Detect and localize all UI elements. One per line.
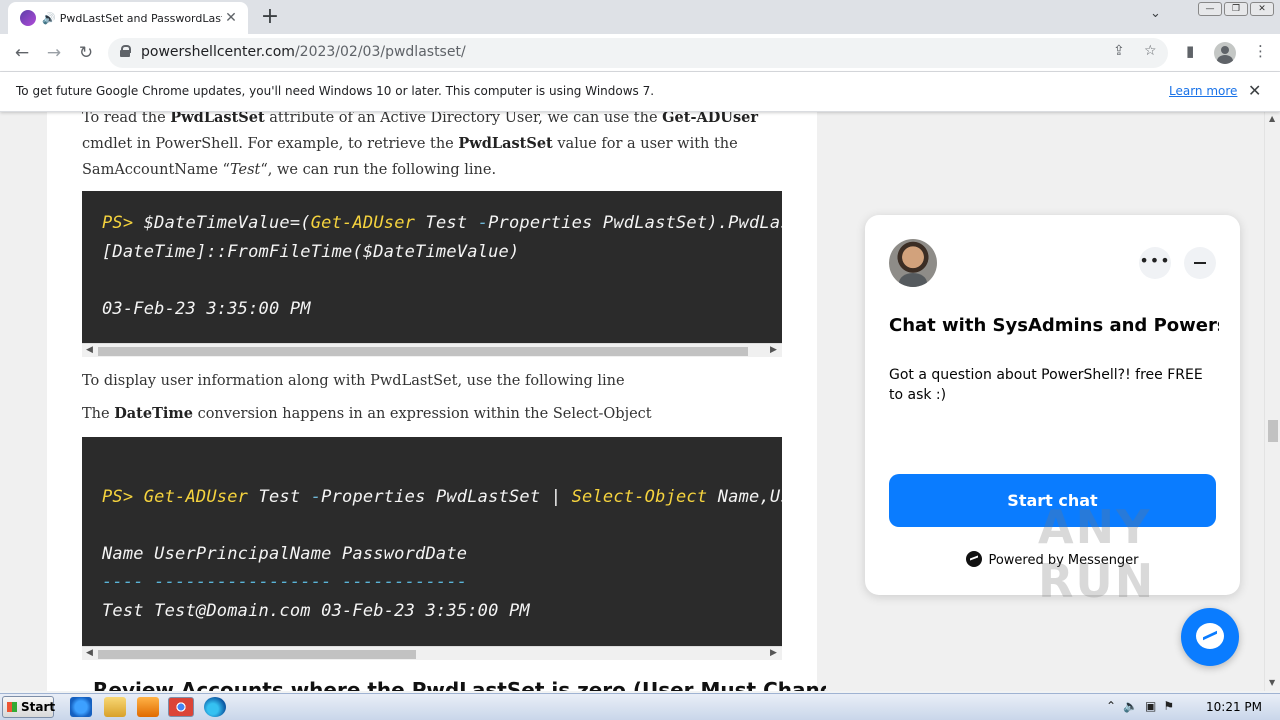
close-tab-icon[interactable]: ✕	[222, 10, 240, 26]
infobar-message: To get future Google Chrome updates, you…	[16, 84, 655, 98]
minimize-window-button[interactable]: —	[1198, 2, 1222, 16]
scroll-down-icon[interactable]: ▼	[1269, 678, 1275, 687]
tab-title: PwdLastSet and PasswordLastSe	[59, 11, 222, 25]
close-window-button[interactable]: ✕	[1250, 2, 1274, 16]
messenger-logo-icon	[966, 551, 983, 567]
scrollbar-thumb[interactable]	[98, 347, 748, 356]
volume-icon[interactable]: 🔈	[1123, 699, 1138, 713]
scrollbar-thumb[interactable]	[1268, 420, 1278, 442]
code-output-header: Name UserPrincipalName PasswordDate	[102, 544, 468, 564]
start-button[interactable]: Start	[2, 696, 55, 718]
close-infobar-icon[interactable]: ✕	[1248, 81, 1261, 100]
code-line: PS> Get-ADUser Test -Properties PwdLastS…	[102, 487, 782, 507]
bookmark-star-icon[interactable]: ☆	[1144, 43, 1157, 59]
scroll-up-icon[interactable]: ▲	[1269, 114, 1275, 123]
new-tab-button[interactable]: +	[258, 5, 282, 29]
minimize-chat-icon[interactable]	[1184, 247, 1216, 279]
share-icon[interactable]: ⇪	[1113, 43, 1125, 59]
code-line: PS> $DateTimeValue=(Get-ADUser Test -Pro…	[102, 213, 782, 233]
chat-description: Got a question about PowerShell?! free F…	[889, 367, 1203, 403]
update-infobar: To get future Google Chrome updates, you…	[0, 72, 1280, 112]
media-player-icon[interactable]	[137, 697, 159, 717]
paragraph-datetime: The DateTime conversion happens in an ex…	[82, 405, 652, 422]
article-content: To read the PwdLastSet attribute of an A…	[47, 112, 848, 691]
agent-avatar	[889, 239, 937, 287]
restore-window-button[interactable]: ❐	[1224, 2, 1248, 16]
lock-icon[interactable]	[120, 45, 131, 57]
page-vertical-scrollbar[interactable]: ▲ ▼	[1264, 112, 1280, 691]
action-center-flag-icon[interactable]: ⚑	[1163, 699, 1174, 713]
code-output-line: 03-Feb-23 3:35:00 PM	[102, 299, 311, 319]
profile-avatar-icon[interactable]	[1214, 42, 1236, 64]
window-controls: — ❐ ✕	[1198, 2, 1274, 16]
taskbar-clock[interactable]: 10:21 PM	[1206, 700, 1262, 714]
code-horizontal-scrollbar[interactable]: ◀ ▶	[82, 343, 782, 357]
anyrun-watermark: ANY RUN	[1038, 500, 1156, 608]
learn-more-link[interactable]: Learn more	[1169, 84, 1237, 98]
code-block-select-object[interactable]: PS> Get-ADUser Test -Properties PwdLastS…	[82, 437, 782, 646]
code-block-pwdlastset[interactable]: PS> $DateTimeValue=(Get-ADUser Test -Pro…	[82, 191, 782, 343]
code-output-row: Test Test@Domain.com 03-Feb-23 3:35:00 P…	[102, 601, 530, 621]
audio-playing-icon: 🔊	[42, 11, 56, 25]
side-panel-icon[interactable]: ▮	[1186, 42, 1194, 60]
reload-icon[interactable]: ↻	[74, 41, 98, 65]
scroll-right-icon[interactable]: ▶	[770, 345, 777, 355]
back-arrow-icon[interactable]: ←	[10, 41, 34, 65]
intro-paragraph: To read the PwdLastSet attribute of an A…	[82, 112, 758, 178]
show-hidden-icons-icon[interactable]: ⌃	[1106, 699, 1116, 713]
edge-icon[interactable]	[204, 697, 226, 717]
internet-explorer-icon[interactable]	[70, 697, 92, 717]
forward-arrow-icon[interactable]: →	[42, 41, 66, 65]
network-icon[interactable]: ▣	[1145, 699, 1156, 713]
more-options-icon[interactable]: •••	[1139, 247, 1171, 279]
windows-taskbar: Start ⌃ 🔈 ▣ ⚑ 10:21 PM	[0, 693, 1280, 720]
messenger-launcher-button[interactable]	[1181, 608, 1239, 666]
code-line: [DateTime]::FromFileTime($DateTimeValue)	[102, 242, 520, 262]
scroll-left-icon[interactable]: ◀	[86, 648, 93, 658]
browser-tab[interactable]: 🔊 PwdLastSet and PasswordLastSe ✕	[8, 2, 248, 34]
file-explorer-icon[interactable]	[104, 697, 126, 717]
site-favicon-icon	[20, 10, 36, 26]
section-heading: Review Accounts where the PwdLastSet is …	[93, 678, 848, 691]
chat-title: Chat with SysAdmins and Powers...	[889, 315, 1219, 336]
tab-strip: 🔊 PwdLastSet and PasswordLastSe ✕ + ⌄ — …	[0, 0, 1280, 34]
scrollbar-thumb[interactable]	[98, 650, 416, 659]
address-bar[interactable]: powershellcenter.com/2023/02/03/pwdlasts…	[108, 38, 1168, 68]
scroll-left-icon[interactable]: ◀	[86, 345, 93, 355]
chrome-taskbar-icon[interactable]	[168, 697, 194, 717]
browser-toolbar: ← → ↻ powershellcenter.com/2023/02/03/pw…	[0, 34, 1280, 72]
chrome-menu-icon[interactable]: ⋮	[1253, 42, 1268, 60]
code-horizontal-scrollbar[interactable]: ◀ ▶	[82, 646, 782, 660]
url-text[interactable]: powershellcenter.com/2023/02/03/pwdlasts…	[141, 44, 466, 60]
paragraph-display-info: To display user information along with P…	[82, 373, 625, 389]
tab-search-icon[interactable]: ⌄	[1150, 6, 1161, 21]
code-output-separator: ---- ----------------- ------------	[102, 572, 468, 592]
scroll-right-icon[interactable]: ▶	[770, 648, 777, 658]
system-tray: ⌃ 🔈 ▣ ⚑	[1106, 699, 1174, 713]
